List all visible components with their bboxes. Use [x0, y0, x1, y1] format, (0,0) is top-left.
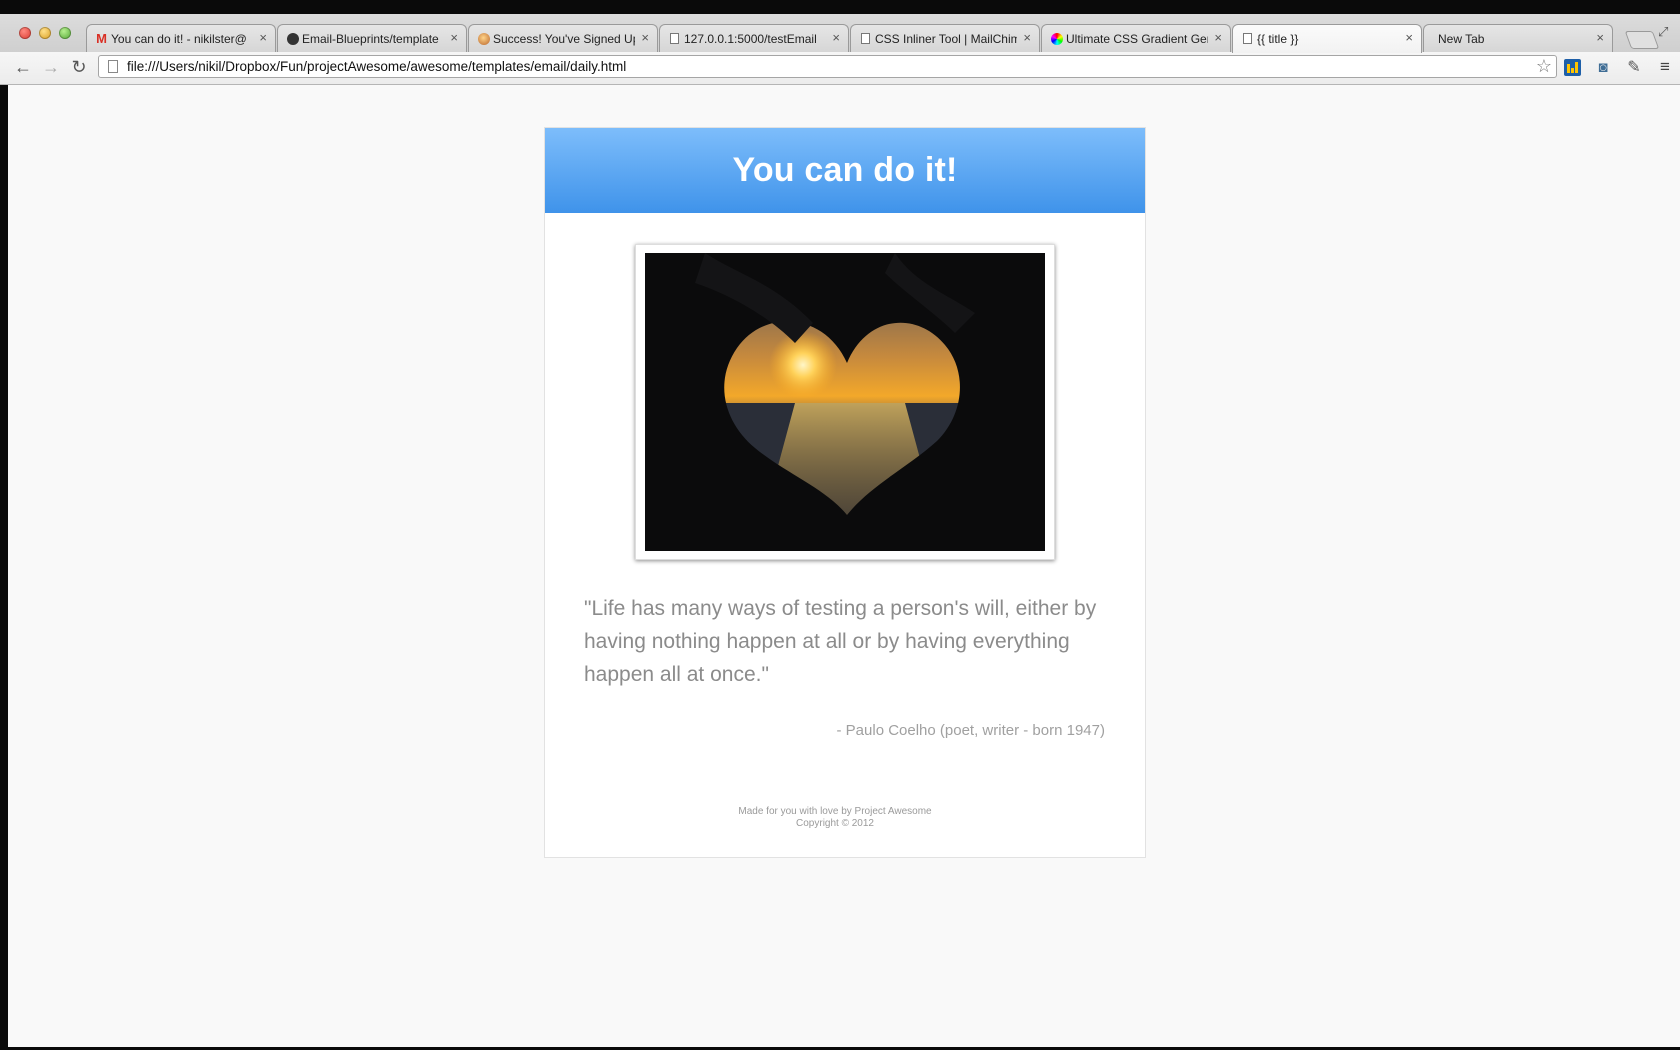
- close-tab-icon[interactable]: ×: [641, 30, 649, 45]
- new-tab-button[interactable]: [1624, 31, 1660, 49]
- page-icon: [668, 32, 681, 45]
- email-container: You can do it! "Life has many ways of te…: [544, 127, 1146, 858]
- tab-title: Success! You've Signed Up: [493, 32, 635, 46]
- browser-window: M You can do it! - nikilster@ × Email-Bl…: [0, 14, 1680, 1047]
- tab-title-template[interactable]: {{ title }} ×: [1232, 24, 1422, 53]
- email-header: You can do it!: [545, 128, 1145, 213]
- browser-toolbar: ← → ↻ file:///Users/nikil/Dropbox/Fun/pr…: [0, 52, 1680, 85]
- reload-icon[interactable]: ↻: [68, 56, 90, 78]
- page-viewport: You can do it! "Life has many ways of te…: [8, 85, 1680, 1047]
- tab-title: You can do it! - nikilster@: [111, 32, 247, 46]
- heart-hands-sunset-photo: [645, 253, 1045, 551]
- close-tab-icon[interactable]: ×: [832, 30, 840, 45]
- tab-gmail[interactable]: M You can do it! - nikilster@ ×: [86, 24, 276, 52]
- page-icon: [1241, 32, 1254, 45]
- menu-icon[interactable]: ≡: [1655, 57, 1675, 77]
- color-wheel-icon: [1050, 32, 1063, 45]
- github-icon: [286, 32, 299, 45]
- footer-copyright: Copyright © 2012: [796, 818, 874, 829]
- camera-extension-icon[interactable]: ◙: [1593, 57, 1613, 77]
- tab-mailchimp-success[interactable]: Success! You've Signed Up ×: [468, 24, 658, 52]
- tab-title: CSS Inliner Tool | MailChim: [875, 32, 1017, 46]
- tab-css-inliner[interactable]: CSS Inliner Tool | MailChim ×: [850, 24, 1040, 52]
- tab-title: {{ title }}: [1257, 32, 1299, 46]
- forward-arrow-icon[interactable]: →: [40, 56, 62, 78]
- tab-title: Ultimate CSS Gradient Gen: [1066, 32, 1208, 46]
- gmail-icon: M: [96, 31, 107, 46]
- close-tab-icon[interactable]: ×: [259, 30, 267, 45]
- close-tab-icon[interactable]: ×: [1405, 30, 1413, 45]
- tab-title: Email-Blueprints/template: [302, 32, 439, 46]
- fullscreen-icon[interactable]: ⤢: [1658, 24, 1668, 40]
- photo-frame: [635, 244, 1055, 560]
- tab-test-email[interactable]: 127.0.0.1:5000/testEmail ×: [659, 24, 849, 52]
- tab-new-tab[interactable]: New Tab ×: [1423, 24, 1613, 52]
- tab-gradient-generator[interactable]: Ultimate CSS Gradient Gen ×: [1041, 24, 1231, 52]
- email-footer: Made for you with love by Project Awesom…: [545, 806, 1125, 830]
- tab-title: 127.0.0.1:5000/testEmail: [684, 32, 817, 46]
- minimize-window-button[interactable]: [39, 27, 51, 39]
- page-icon: [859, 32, 872, 45]
- bookmark-star-icon[interactable]: ☆: [1536, 56, 1552, 77]
- close-tab-icon[interactable]: ×: [1596, 30, 1604, 45]
- back-arrow-icon[interactable]: ←: [12, 56, 34, 78]
- window-edge: [0, 85, 8, 1047]
- tab-strip: M You can do it! - nikilster@ × Email-Bl…: [0, 14, 1680, 53]
- mailchimp-icon: [477, 32, 490, 45]
- email-title: You can do it!: [732, 151, 958, 189]
- url-text[interactable]: file:///Users/nikil/Dropbox/Fun/projectA…: [127, 59, 626, 74]
- close-tab-icon[interactable]: ×: [1214, 30, 1222, 45]
- page-icon: [108, 60, 118, 73]
- close-tab-icon[interactable]: ×: [450, 30, 458, 45]
- tab-title: New Tab: [1438, 32, 1485, 46]
- quote-attribution: - Paulo Coelho (poet, writer - born 1947…: [836, 722, 1105, 739]
- eyedropper-extension-icon[interactable]: ✎: [1624, 57, 1644, 77]
- zoom-window-button[interactable]: [59, 27, 71, 39]
- quote-text: "Life has many ways of testing a person'…: [584, 597, 1097, 686]
- address-bar[interactable]: file:///Users/nikil/Dropbox/Fun/projectA…: [98, 55, 1557, 78]
- footer-credit: Made for you with love by Project Awesom…: [738, 806, 932, 817]
- close-window-button[interactable]: [19, 27, 31, 39]
- close-tab-icon[interactable]: ×: [1023, 30, 1031, 45]
- tab-github[interactable]: Email-Blueprints/template ×: [277, 24, 467, 52]
- analytics-extension-icon[interactable]: [1562, 57, 1582, 77]
